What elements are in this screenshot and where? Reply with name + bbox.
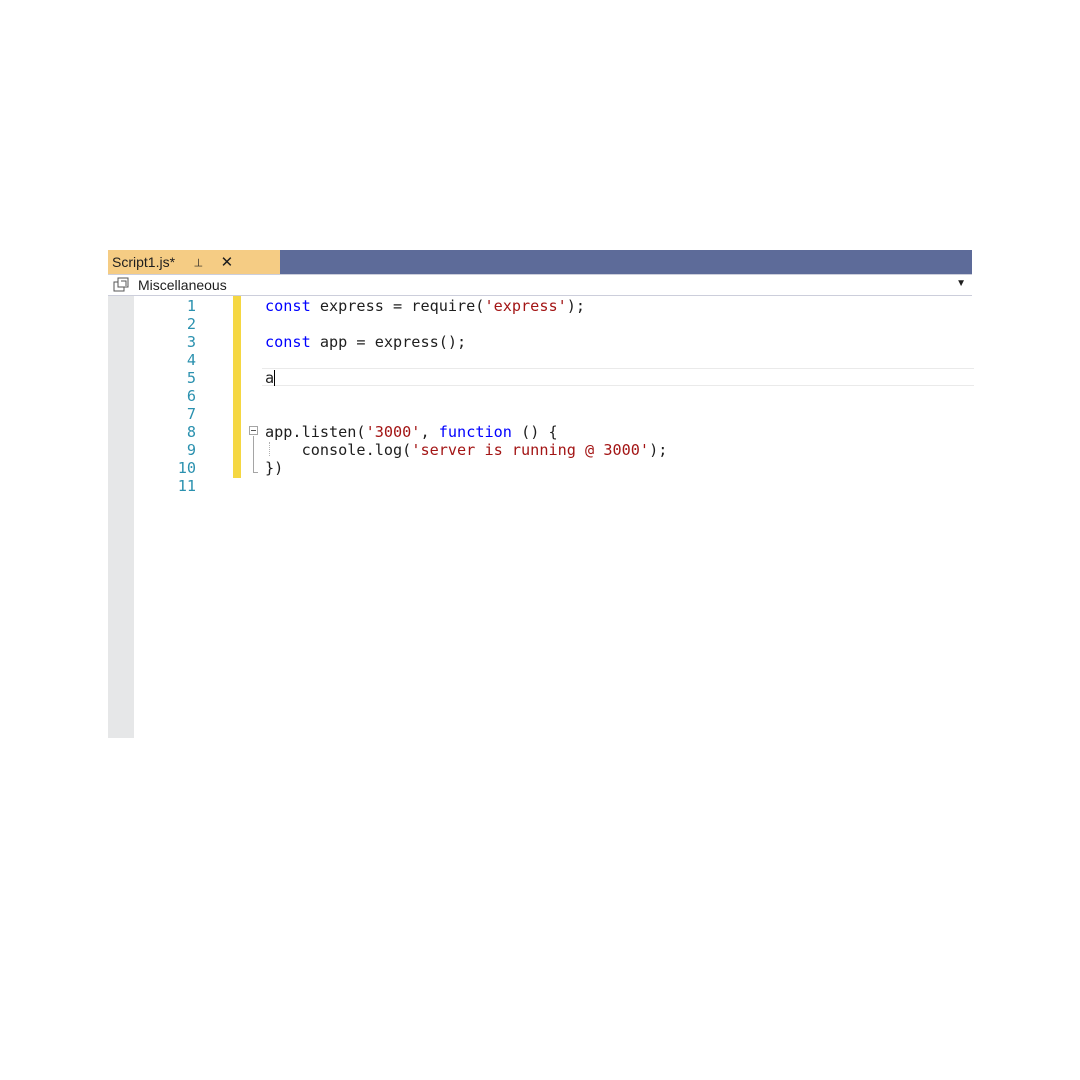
code-text: a xyxy=(265,369,276,387)
code-token: ); xyxy=(566,297,586,315)
code-line[interactable]: 3 const app = express(); xyxy=(134,333,972,351)
code-line[interactable]: 8 app.listen('3000', function () { xyxy=(134,423,972,441)
document-tab-strip: Script1.js* ⊣ ✕ xyxy=(108,250,972,274)
line-number: 6 xyxy=(186,387,196,405)
code-text: }) xyxy=(265,459,283,477)
code-line[interactable]: 2 xyxy=(134,315,972,333)
code-text: console.log('server is running @ 3000'); xyxy=(265,441,668,459)
string-token: 'server is running @ 3000' xyxy=(411,441,650,459)
code-text: const app = express(); xyxy=(265,333,466,351)
code-token: }) xyxy=(265,459,284,477)
line-number: 11 xyxy=(177,477,196,495)
text-caret xyxy=(274,370,276,386)
code-line[interactable]: 7 xyxy=(134,405,972,423)
string-token: '3000' xyxy=(365,423,421,441)
keyword-token: const xyxy=(265,297,311,315)
line-number: 10 xyxy=(177,459,196,477)
tab-script1[interactable]: Script1.js* ⊣ ✕ xyxy=(108,250,280,274)
line-number: 9 xyxy=(186,441,196,459)
keyword-token: const xyxy=(265,333,311,351)
line-number: 8 xyxy=(186,423,196,441)
line-number: 5 xyxy=(186,369,196,387)
code-token: console.log( xyxy=(265,441,412,459)
code-token: app.listen( xyxy=(265,423,366,441)
code-line[interactable]: 6 xyxy=(134,387,972,405)
project-scope-label: Miscellaneous xyxy=(138,277,227,293)
code-token: app = express(); xyxy=(310,333,467,351)
close-icon[interactable]: ✕ xyxy=(221,255,234,270)
pin-icon[interactable]: ⊣ xyxy=(191,257,204,267)
code-line[interactable]: 1 const express = require('express'); xyxy=(134,297,972,315)
code-line[interactable]: 9 console.log('server is running @ 3000'… xyxy=(134,441,972,459)
code-editor-window: Script1.js* ⊣ ✕ Miscellaneous ▼ 1 const e… xyxy=(108,250,974,738)
code-text: const express = require('express'); xyxy=(265,297,585,315)
code-line[interactable]: 10}) xyxy=(134,459,972,477)
string-token: 'express' xyxy=(484,297,567,315)
miscellaneous-project-icon xyxy=(112,277,134,293)
code-token: , xyxy=(420,423,439,441)
code-text: app.listen('3000', function () { xyxy=(265,423,558,441)
code-line[interactable]: 5a xyxy=(134,369,972,387)
line-number: 3 xyxy=(186,333,196,351)
line-number: 7 xyxy=(186,405,196,423)
code-token: ); xyxy=(649,441,668,459)
tab-title: Script1.js* xyxy=(112,254,176,270)
line-number: 2 xyxy=(186,315,196,333)
code-token: () { xyxy=(511,423,558,441)
code-token: a xyxy=(265,369,275,387)
line-number: 4 xyxy=(186,351,196,369)
code-line[interactable]: 4 xyxy=(134,351,972,369)
selection-margin xyxy=(108,296,134,738)
navigation-bar[interactable]: Miscellaneous ▼ xyxy=(108,274,972,296)
code-token: express = require( xyxy=(310,297,485,315)
code-line[interactable]: 11 xyxy=(134,477,972,495)
keyword-token: function xyxy=(438,423,512,441)
code-text-area[interactable]: 1 const express = require('express'); 2 3 co… xyxy=(134,296,974,738)
line-number: 1 xyxy=(186,297,196,315)
chevron-down-icon[interactable]: ▼ xyxy=(956,278,966,289)
